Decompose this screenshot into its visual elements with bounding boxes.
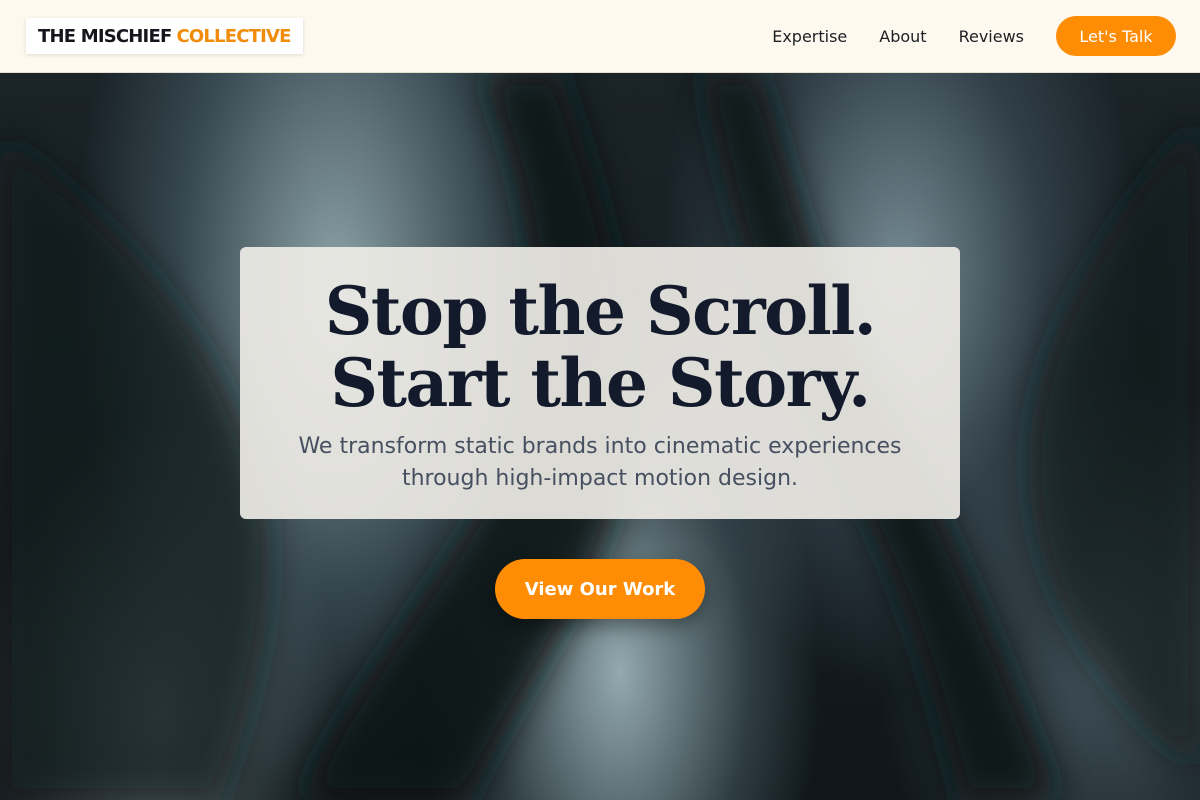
nav-link-about[interactable]: About xyxy=(879,27,926,46)
main-nav: Expertise About Reviews Let's Talk xyxy=(772,16,1176,56)
lets-talk-button[interactable]: Let's Talk xyxy=(1056,16,1176,56)
site-header: THE MISCHIEF COLLECTIVE Expertise About … xyxy=(0,0,1200,73)
view-our-work-button[interactable]: View Our Work xyxy=(495,559,705,619)
hero-section: Stop the Scroll. Start the Story. We tra… xyxy=(0,73,1200,800)
headline-line-1: Stop the Scroll. xyxy=(324,272,877,350)
hero-card: Stop the Scroll. Start the Story. We tra… xyxy=(240,247,960,519)
logo[interactable]: THE MISCHIEF COLLECTIVE xyxy=(26,18,303,54)
nav-link-expertise[interactable]: Expertise xyxy=(772,27,847,46)
logo-text-accent: COLLECTIVE xyxy=(176,25,291,47)
hero-headline: Stop the Scroll. Start the Story. xyxy=(240,275,960,419)
logo-text-primary: THE MISCHIEF xyxy=(38,25,172,47)
hero-subtext: We transform static brands into cinemati… xyxy=(298,434,902,491)
nav-link-reviews[interactable]: Reviews xyxy=(959,27,1024,46)
headline-line-2: Start the Story. xyxy=(330,344,871,422)
